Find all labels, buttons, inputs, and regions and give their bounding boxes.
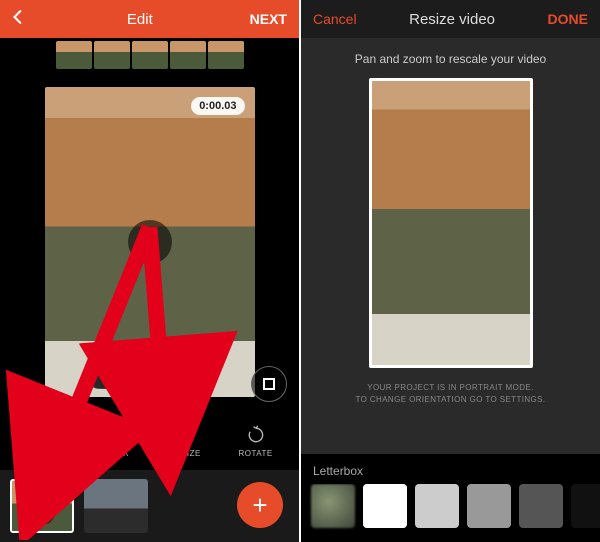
letterbox-swatch[interactable] [571,484,600,528]
letterbox-label: Letterbox [301,454,600,484]
tool-row: SPEED TRANX RESIZE ROTATE [0,412,299,470]
tool-rotate[interactable]: ROTATE [228,425,284,458]
resize-screen: Cancel Resize video DONE Pan and zoom to… [299,0,600,542]
resize-area: Pan and zoom to rescale your video YOUR … [301,38,600,454]
note-line: TO CHANGE ORIENTATION GO TO SETTINGS. [355,394,545,406]
next-button[interactable]: NEXT [250,11,287,27]
orientation-note: YOUR PROJECT IS IN PORTRAIT MODE. TO CHA… [355,382,545,406]
resize-preview[interactable] [369,78,533,368]
letterbox-section: Letterbox [301,454,600,542]
audio-badge[interactable] [29,499,55,525]
tool-label: TRANX [99,449,129,458]
note-line: YOUR PROJECT IS IN PORTRAIT MODE. [355,382,545,394]
tool-tranx[interactable]: TRANX [86,425,142,458]
tool-label: RESIZE [169,449,201,458]
tool-resize[interactable]: RESIZE [157,425,213,458]
resize-header: Cancel Resize video DONE [301,0,600,38]
fullscreen-button[interactable] [251,366,287,402]
timecode-badge: 0:00.03 [191,97,244,115]
edit-header: Edit NEXT [0,0,299,38]
clip-tray: + [0,470,299,542]
tranx-icon [104,425,124,445]
fullscreen-icon [263,378,275,390]
edit-title: Edit [127,11,153,28]
back-button[interactable] [12,9,30,30]
play-icon [145,234,158,250]
clip-thumb-selected[interactable] [10,479,74,533]
resize-title: Resize video [409,11,495,28]
timeline-clip[interactable] [94,41,130,69]
plus-icon: + [252,490,267,521]
pill-divider [146,366,147,382]
timeline-clip[interactable] [208,41,244,69]
letterbox-swatch[interactable] [519,484,563,528]
resize-hint: Pan and zoom to rescale your video [355,38,546,76]
timeline-strip[interactable] [0,38,299,72]
preview-area: 0:00.03 Undo Delete [0,72,299,412]
timeline-clip[interactable] [132,41,168,69]
edit-screen: Edit NEXT 0:00.03 Undo Delete [0,0,299,542]
letterbox-swatch[interactable] [415,484,459,528]
rotate-icon [246,425,266,445]
speaker-icon [35,505,49,519]
speed-icon [33,425,53,445]
timeline-clip[interactable] [56,41,92,69]
timeline-clip[interactable] [170,41,206,69]
letterbox-swatch-blur[interactable] [311,484,355,528]
add-clip-button[interactable]: + [237,482,283,528]
letterbox-swatch[interactable] [467,484,511,528]
letterbox-swatches [301,484,600,542]
video-preview[interactable]: 0:00.03 Undo Delete [45,87,255,397]
undo-button[interactable]: Undo [99,367,128,381]
clip-thumb[interactable] [84,479,148,533]
tool-speed[interactable]: SPEED [15,425,71,458]
tool-label: ROTATE [238,449,272,458]
cancel-button[interactable]: Cancel [313,11,357,27]
tool-label: SPEED [29,449,59,458]
undo-delete-pill: Undo Delete [84,359,214,389]
done-button[interactable]: DONE [548,11,588,27]
play-button[interactable] [128,220,172,264]
delete-button[interactable]: Delete [165,367,200,381]
resize-icon [175,425,195,445]
letterbox-swatch[interactable] [363,484,407,528]
